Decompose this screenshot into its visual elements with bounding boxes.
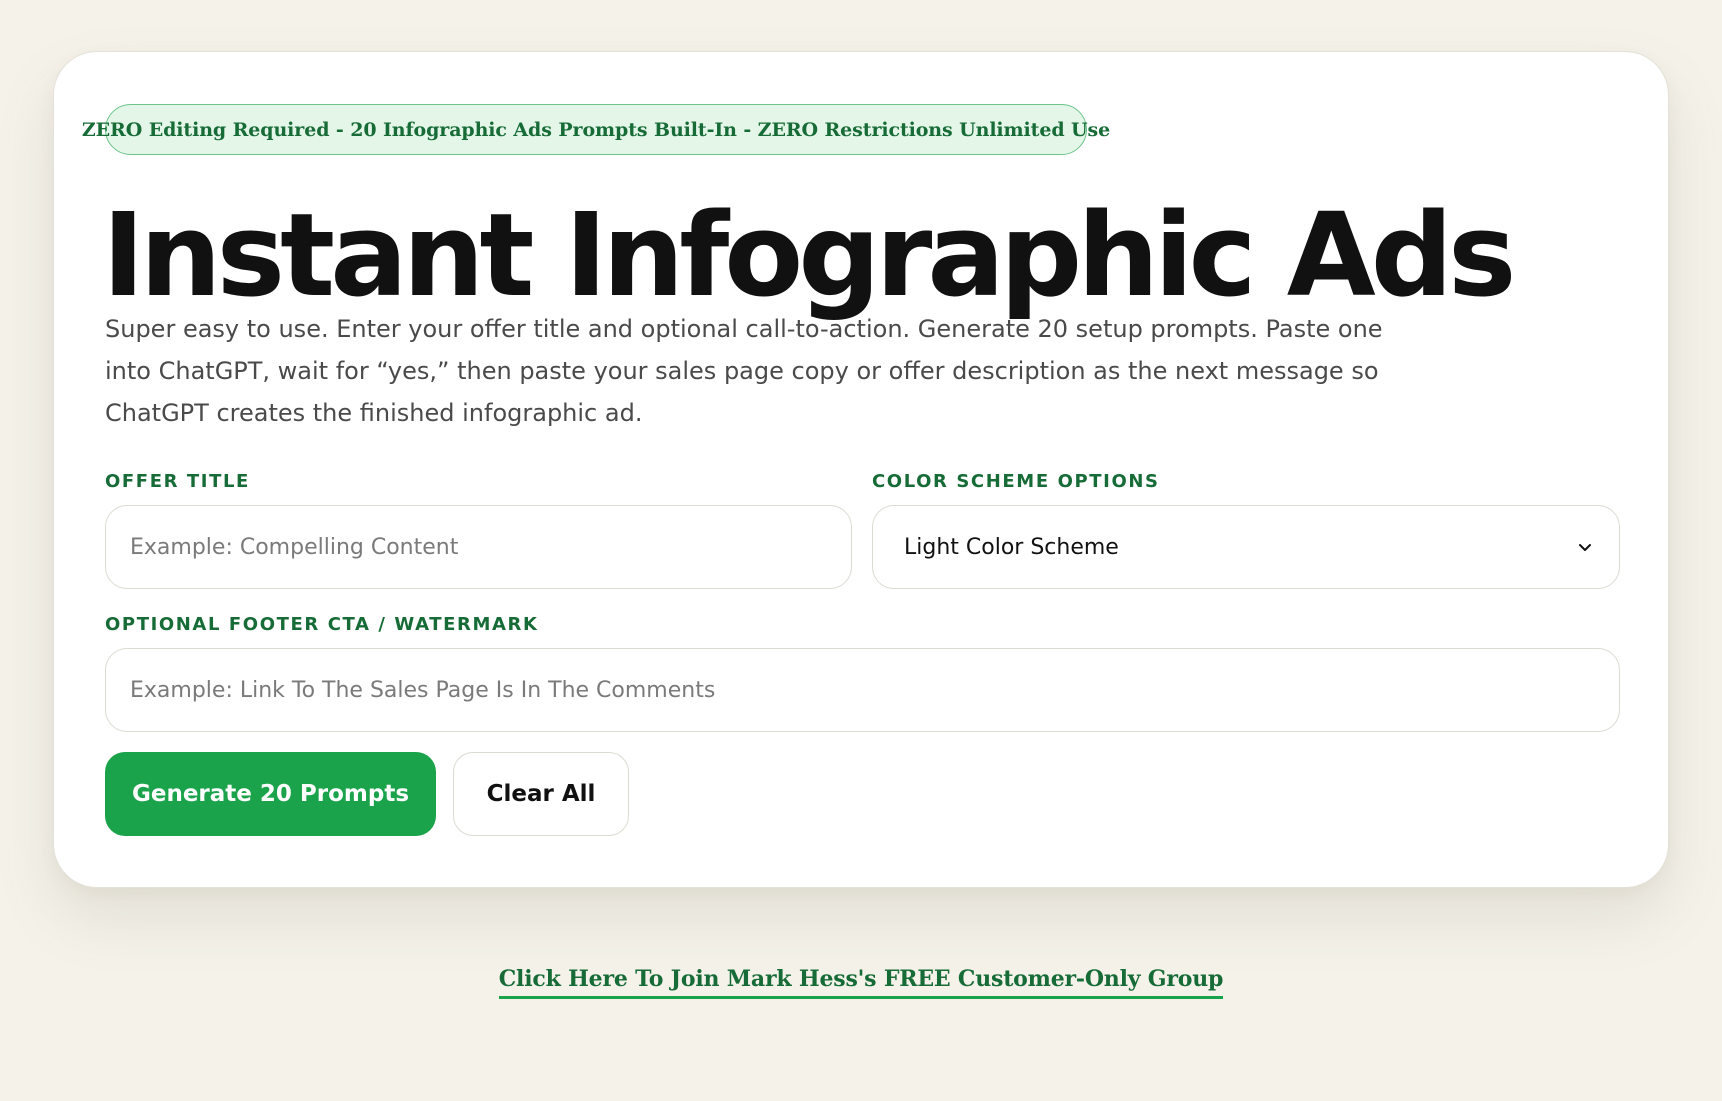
footer: Click Here To Join Mark Hess's FREE Cust… (0, 966, 1722, 999)
footer-cta-label: OPTIONAL FOOTER CTA / WATERMARK (105, 614, 539, 635)
chevron-down-icon (1577, 538, 1595, 556)
join-group-link[interactable]: Click Here To Join Mark Hess's FREE Cust… (498, 966, 1223, 999)
feature-badge-text: ZERO Editing Required - 20 Infographic A… (81, 118, 1111, 141)
main-card: ZERO Editing Required - 20 Infographic A… (53, 51, 1669, 888)
offer-title-input[interactable] (130, 534, 827, 560)
clear-all-button[interactable]: Clear All (453, 752, 629, 836)
color-scheme-label: COLOR SCHEME OPTIONS (872, 471, 1160, 492)
color-scheme-select[interactable]: Light Color Scheme (872, 505, 1620, 589)
offer-title-label: OFFER TITLE (105, 471, 250, 492)
feature-badge: ZERO Editing Required - 20 Infographic A… (82, 104, 1110, 155)
footer-cta-input[interactable] (130, 677, 1595, 703)
color-scheme-selected-value: Light Color Scheme (904, 534, 1119, 560)
page-description: Super easy to use. Enter your offer titl… (105, 315, 1383, 427)
offer-title-field[interactable] (105, 505, 852, 589)
footer-cta-field[interactable] (105, 648, 1620, 732)
generate-prompts-button[interactable]: Generate 20 Prompts (105, 752, 436, 836)
